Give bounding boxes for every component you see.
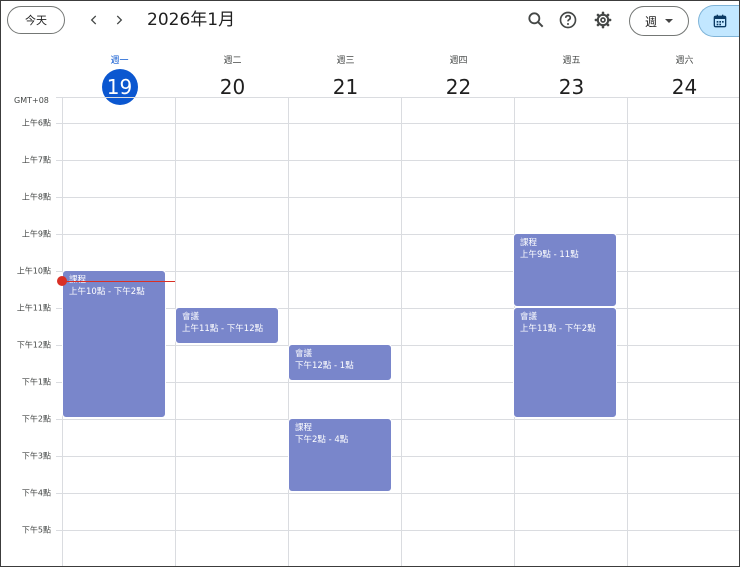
month-title: 2026年1月	[147, 10, 236, 30]
hour-label: 上午9點	[21, 229, 51, 239]
day-name: 週二	[223, 56, 242, 66]
day-header-sat[interactable]: 週六 24	[628, 45, 739, 99]
week-header: 週一 19 週二 20 週三 21 週四 22 週五 23 週六 24	[1, 45, 739, 105]
day-header-wed[interactable]: 週三 21	[289, 45, 402, 99]
event-time: 下午2點 - 4點	[295, 435, 349, 445]
hour-line	[56, 97, 739, 98]
hour-label: 下午2點	[21, 414, 51, 424]
hour-line	[56, 493, 739, 494]
day-header-thu[interactable]: 週四 22	[402, 45, 515, 99]
hour-label: 下午12點	[16, 340, 51, 350]
hour-line	[56, 419, 739, 420]
event-time: 上午11點 - 下午12點	[182, 324, 264, 334]
event-title: 課程	[520, 238, 538, 248]
chevron-right-icon[interactable]	[109, 9, 129, 31]
event-card[interactable]: 會議 下午12點 - 1點	[288, 344, 392, 381]
day-header-mon[interactable]: 週一 19	[63, 45, 176, 105]
gear-icon[interactable]	[592, 9, 614, 31]
hour-label: 下午1點	[21, 377, 51, 387]
view-selector[interactable]: 週	[629, 6, 689, 36]
event-time: 上午11點 - 下午2點	[520, 324, 596, 334]
current-time-line	[62, 281, 175, 282]
day-name: 週一	[110, 56, 129, 66]
current-time-dot	[57, 276, 67, 286]
hour-line	[56, 530, 739, 531]
event-title: 會議	[520, 312, 538, 322]
event-card[interactable]: 課程 上午10點 - 下午2點	[62, 270, 166, 418]
event-title: 課程	[69, 275, 87, 285]
caret-down-icon	[665, 19, 673, 23]
event-title: 會議	[182, 312, 200, 322]
column-divider	[288, 97, 289, 566]
day-header-fri[interactable]: 週五 23	[515, 45, 628, 99]
event-card[interactable]: 課程 上午9點 - 11點	[513, 233, 617, 307]
calendar-view-button[interactable]	[698, 5, 739, 37]
day-name: 週三	[336, 56, 355, 66]
day-header-tue[interactable]: 週二 20	[176, 45, 289, 99]
time-grid[interactable]: 上午6點 上午7點 上午8點 上午9點 上午10點 上午11點 下午12點 下午…	[1, 97, 739, 566]
hour-line	[56, 160, 739, 161]
hour-label: 上午8點	[21, 192, 51, 202]
day-name: 週六	[675, 56, 694, 66]
column-divider	[627, 97, 628, 566]
hour-label: 上午7點	[21, 155, 51, 165]
search-icon[interactable]	[525, 9, 547, 31]
chevron-left-icon[interactable]	[84, 9, 104, 31]
event-card[interactable]: 會議 上午11點 - 下午12點	[175, 307, 279, 344]
day-name: 週四	[449, 56, 468, 66]
calendar-icon	[713, 14, 727, 28]
toolbar: 今天 2026年1月 週	[1, 1, 739, 45]
hour-label: 上午10點	[16, 266, 51, 276]
event-time: 上午9點 - 11點	[520, 250, 579, 260]
view-label: 週	[644, 14, 657, 29]
event-time: 上午10點 - 下午2點	[69, 287, 145, 297]
event-title: 會議	[295, 349, 313, 359]
event-card[interactable]: 會議 上午11點 - 下午2點	[513, 307, 617, 418]
hour-line	[56, 456, 739, 457]
hour-label: 下午4點	[21, 488, 51, 498]
event-card[interactable]: 課程 下午2點 - 4點	[288, 418, 392, 492]
hour-line	[56, 123, 739, 124]
event-title: 課程	[295, 423, 313, 433]
day-name: 週五	[562, 56, 581, 66]
event-time: 下午12點 - 1點	[295, 361, 354, 371]
calendar-window: 今天 2026年1月 週 週一 19 週二 20 週三 21 週四 22 週五 …	[0, 0, 740, 567]
help-icon[interactable]	[557, 9, 579, 31]
hour-label: 上午11點	[16, 303, 51, 313]
column-divider	[401, 97, 402, 566]
today-button[interactable]: 今天	[7, 6, 65, 34]
hour-label: 上午6點	[21, 118, 51, 128]
hour-line	[56, 234, 739, 235]
hour-line	[56, 197, 739, 198]
hour-label: 下午3點	[21, 451, 51, 461]
hour-label: 下午5點	[21, 525, 51, 535]
